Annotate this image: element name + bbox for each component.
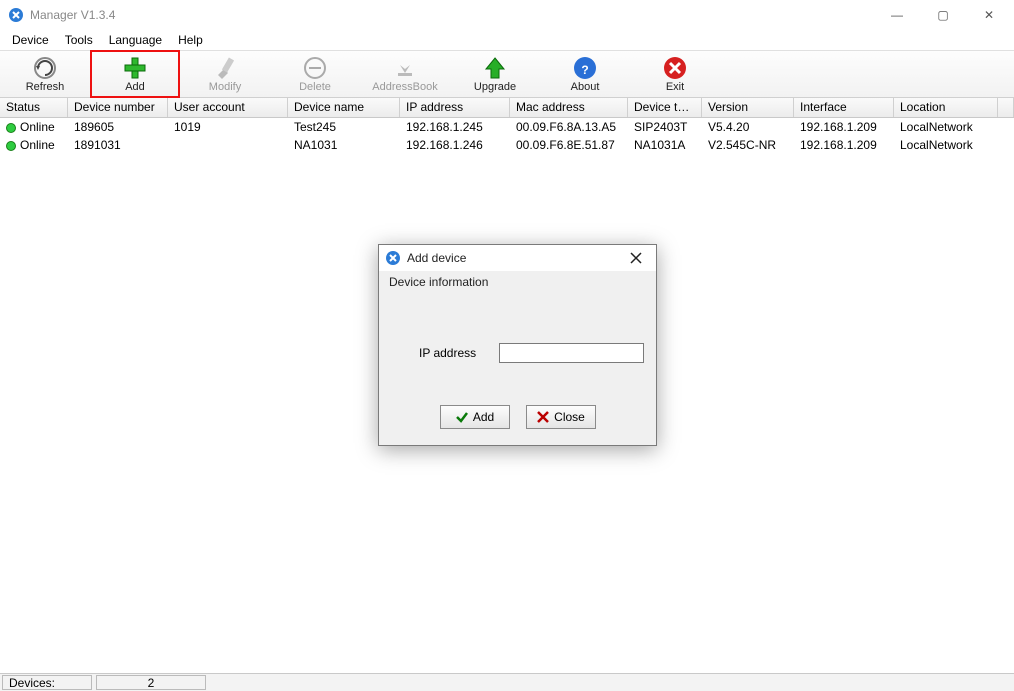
upgrade-button[interactable]: Upgrade <box>450 50 540 98</box>
menu-device[interactable]: Device <box>4 31 57 49</box>
exit-button[interactable]: Exit <box>630 50 720 98</box>
cell-user: 1019 <box>168 120 288 134</box>
about-button[interactable]: ? About <box>540 50 630 98</box>
menu-language[interactable]: Language <box>101 31 170 49</box>
col-status[interactable]: Status <box>0 98 68 117</box>
cancel-icon <box>662 55 688 81</box>
col-user-account[interactable]: User account <box>168 98 288 117</box>
dialog-close-action-button[interactable]: Close <box>526 405 596 429</box>
maximize-button[interactable]: ▢ <box>920 0 966 30</box>
col-location[interactable]: Location <box>894 98 998 117</box>
statusbar-count: 2 <box>96 675 206 690</box>
statusbar: Devices: 2 <box>0 673 1014 691</box>
ip-address-input[interactable] <box>499 343 644 363</box>
dialog-group: Device information IP address Add Close <box>385 273 650 429</box>
exit-label: Exit <box>666 81 684 93</box>
status-online-icon <box>6 141 16 151</box>
cell-ver: V2.545C-NR <box>702 138 794 152</box>
dialog-title: Add device <box>407 251 466 265</box>
col-mac-address[interactable]: Mac address <box>510 98 628 117</box>
check-icon <box>455 410 469 424</box>
download-icon <box>392 55 418 81</box>
upgrade-label: Upgrade <box>474 81 516 93</box>
close-icon <box>630 252 642 264</box>
question-icon: ? <box>572 55 598 81</box>
addressbook-label: AddressBook <box>372 81 437 93</box>
close-icon: ✕ <box>984 8 994 22</box>
add-button[interactable]: Add <box>90 50 180 98</box>
modify-button[interactable]: Modify <box>180 50 270 98</box>
dialog-close-button[interactable] <box>622 247 650 269</box>
cell-ip: 192.168.1.245 <box>400 120 510 134</box>
col-device-type[interactable]: Device type <box>628 98 702 117</box>
svg-text:?: ? <box>581 63 588 77</box>
cell-mac: 00.09.F6.8E.51.87 <box>510 138 628 152</box>
cell-mac: 00.09.F6.8A.13.A5 <box>510 120 628 134</box>
dialog-app-icon <box>385 250 401 266</box>
plus-icon <box>122 55 148 81</box>
dialog-titlebar[interactable]: Add device <box>379 245 656 271</box>
cell-iface: 192.168.1.209 <box>794 138 894 152</box>
cell-loc: LocalNetwork <box>894 138 998 152</box>
arrow-up-icon <box>482 55 508 81</box>
cell-devname: Test245 <box>288 120 400 134</box>
cell-status: Online <box>20 138 55 152</box>
cell-devnum: 189605 <box>68 120 168 134</box>
close-window-button[interactable]: ✕ <box>966 0 1012 30</box>
cell-iface: 192.168.1.209 <box>794 120 894 134</box>
x-icon <box>536 410 550 424</box>
cell-devname: NA1031 <box>288 138 400 152</box>
status-online-icon <box>6 123 16 133</box>
add-device-dialog: Add device Device information IP address… <box>378 244 657 446</box>
titlebar: Manager V1.3.4 — ▢ ✕ <box>0 0 1014 30</box>
app-icon <box>8 7 24 23</box>
cell-loc: LocalNetwork <box>894 120 998 134</box>
col-spacer <box>998 98 1014 117</box>
menu-help[interactable]: Help <box>170 31 211 49</box>
window-title: Manager V1.3.4 <box>30 8 115 22</box>
menubar: Device Tools Language Help <box>0 30 1014 50</box>
toolbar: Refresh Add Modify Delete AddressBook Up… <box>0 50 1014 98</box>
addressbook-button[interactable]: AddressBook <box>360 50 450 98</box>
table-row[interactable]: Online 189605 1019 Test245 192.168.1.245… <box>0 118 1014 136</box>
statusbar-label: Devices: <box>2 675 92 690</box>
ip-address-label: IP address <box>419 346 499 360</box>
dialog-group-label: Device information <box>385 273 650 291</box>
table-row[interactable]: Online 1891031 NA1031 192.168.1.246 00.0… <box>0 136 1014 154</box>
modify-label: Modify <box>209 81 241 93</box>
cell-type: NA1031A <box>628 138 702 152</box>
minus-circle-icon <box>302 55 328 81</box>
minimize-icon: — <box>891 8 903 22</box>
col-interface[interactable]: Interface <box>794 98 894 117</box>
delete-button[interactable]: Delete <box>270 50 360 98</box>
col-ip-address[interactable]: IP address <box>400 98 510 117</box>
refresh-icon <box>32 55 58 81</box>
col-device-name[interactable]: Device name <box>288 98 400 117</box>
refresh-button[interactable]: Refresh <box>0 50 90 98</box>
delete-label: Delete <box>299 81 331 93</box>
cell-ip: 192.168.1.246 <box>400 138 510 152</box>
menu-tools[interactable]: Tools <box>57 31 101 49</box>
brush-icon <box>212 55 238 81</box>
cell-ver: V5.4.20 <box>702 120 794 134</box>
cell-devnum: 1891031 <box>68 138 168 152</box>
dialog-add-button[interactable]: Add <box>440 405 510 429</box>
add-label: Add <box>125 81 145 93</box>
dialog-close-label: Close <box>554 410 585 424</box>
about-label: About <box>571 81 600 93</box>
refresh-label: Refresh <box>26 81 65 93</box>
dialog-add-label: Add <box>473 410 494 424</box>
col-version[interactable]: Version <box>702 98 794 117</box>
cell-status: Online <box>20 120 55 134</box>
maximize-icon: ▢ <box>937 8 948 22</box>
cell-type: SIP2403T <box>628 120 702 134</box>
minimize-button[interactable]: — <box>874 0 920 30</box>
col-device-number[interactable]: Device number <box>68 98 168 117</box>
table-header: Status Device number User account Device… <box>0 98 1014 118</box>
